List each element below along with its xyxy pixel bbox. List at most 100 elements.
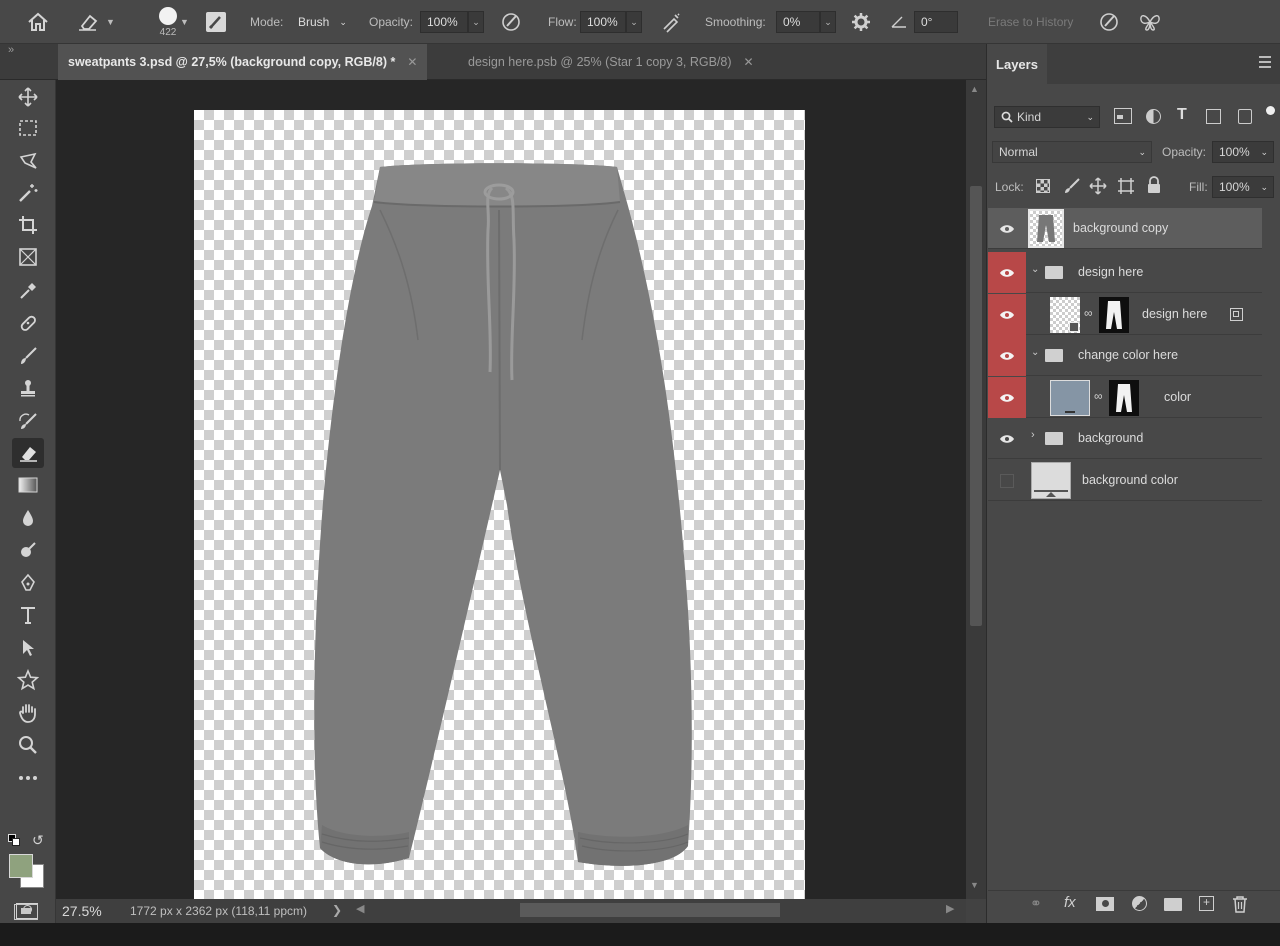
new-adjustment-layer-icon[interactable] [1132,896,1147,911]
layer-mask-thumbnail[interactable] [1109,380,1139,416]
airbrush-icon[interactable] [658,0,684,44]
smoothing-dropdown[interactable]: ⌄ [820,11,836,33]
opacity-input[interactable]: 100% [420,11,468,33]
layer-mask-thumbnail[interactable] [1099,297,1129,333]
brush-preset-caret[interactable]: ▼ [180,0,189,44]
filter-shape-icon[interactable] [1206,109,1221,124]
layer-style-fx-icon[interactable]: fx [1064,894,1076,911]
lock-position-move-icon[interactable] [1089,177,1107,200]
blend-mode-select[interactable]: Normal ⌄ [992,141,1152,163]
scroll-down-arrow-icon[interactable]: ▼ [970,880,979,890]
layer-row-background-copy[interactable]: background copy [988,208,1262,249]
eraser-tool-icon[interactable] [12,438,44,468]
layer-row-change-color-group[interactable]: ⌄ change color here [988,335,1262,376]
group-collapsed-chevron-icon[interactable]: › [1031,429,1035,441]
blur-tool-icon[interactable] [12,503,44,533]
type-tool-icon[interactable] [12,600,44,630]
smoothing-options-gear-icon[interactable] [850,0,872,44]
lock-artboard-icon[interactable] [1117,177,1135,200]
layer-row-design-here-group[interactable]: ⌄ design here [988,252,1262,293]
mode-select[interactable]: Brush ⌄ [292,11,356,33]
collapse-panel-icon[interactable]: » [8,44,14,56]
crop-tool-icon[interactable] [12,210,44,240]
layer-visibility-eye-icon[interactable] [988,252,1026,293]
home-icon[interactable] [24,0,52,44]
mask-link-chain-icon[interactable]: ∞ [1094,389,1103,403]
dodge-tool-icon[interactable] [12,535,44,565]
layer-filter-kind-select[interactable]: Kind ⌄ [994,106,1100,128]
filter-adjustment-icon[interactable] [1146,109,1161,124]
lock-image-pixels-brush-icon[interactable] [1063,177,1081,200]
eyedropper-tool-icon[interactable] [12,276,44,306]
horizontal-scroll-thumb[interactable] [520,903,780,917]
custom-shape-star-icon[interactable] [12,665,44,695]
link-layers-icon[interactable]: ⚭ [1030,895,1042,912]
erase-to-history-checkbox[interactable]: Erase to History [988,0,1073,44]
tab-close-icon[interactable]: ✕ [744,55,754,69]
smoothing-input[interactable]: 0% [776,11,820,33]
layer-visibility-eye-icon[interactable] [988,208,1026,249]
magic-wand-tool-icon[interactable] [12,178,44,208]
history-brush-tool-icon[interactable] [12,406,44,436]
pressure-opacity-icon[interactable] [498,0,524,44]
screen-mode-icon[interactable] [14,904,38,920]
layer-row-background-color[interactable]: background color [988,460,1262,501]
layers-tab[interactable]: Layers [987,44,1047,84]
add-mask-icon[interactable] [1096,897,1114,911]
layer-visibility-eye-icon[interactable] [988,335,1026,376]
tool-preset-picker[interactable]: ▼ [76,0,124,44]
brush-tool-icon[interactable] [12,341,44,371]
default-colors-icon[interactable] [8,834,20,846]
move-tool-icon[interactable] [12,82,44,112]
lasso-tool-icon[interactable] [12,146,44,176]
zoom-tool-icon[interactable] [12,730,44,760]
filter-toggle-icon[interactable] [1266,106,1275,115]
opacity-dropdown[interactable]: ⌄ [468,11,484,33]
filter-smart-object-icon[interactable] [1238,109,1252,124]
flow-dropdown[interactable]: ⌄ [626,11,642,33]
layer-row-background-group[interactable]: › background [988,418,1262,459]
layer-visibility-eye-icon[interactable] [988,377,1026,418]
flow-input[interactable]: 100% [580,11,626,33]
pressure-size-icon[interactable] [1096,0,1122,44]
layer-row-color[interactable]: ∞ color [988,377,1262,418]
filter-pixel-icon[interactable] [1114,108,1132,124]
scroll-right-arrow-icon[interactable]: ▶ [946,902,954,915]
scroll-left-arrow-icon[interactable]: ◀ [356,902,364,915]
healing-brush-tool-icon[interactable] [12,308,44,338]
panel-menu-icon[interactable] [1259,56,1271,68]
hand-tool-icon[interactable] [12,698,44,728]
tab-close-icon[interactable]: ✕ [407,55,417,69]
layer-row-design-here-smart[interactable]: ∞ design here [988,294,1262,335]
pen-tool-icon[interactable] [12,568,44,598]
layer-visibility-toggle-empty[interactable] [988,460,1026,501]
more-tools-icon[interactable] [12,763,44,793]
delete-layer-trash-icon[interactable] [1232,895,1248,918]
scroll-up-arrow-icon[interactable]: ▲ [970,84,979,94]
new-group-folder-icon[interactable] [1164,898,1182,911]
marquee-tool-icon[interactable] [12,113,44,143]
lock-transparent-pixels-icon[interactable] [1036,179,1050,193]
path-selection-tool-icon[interactable] [12,633,44,663]
swap-colors-icon[interactable]: ↺ [32,832,44,849]
filter-type-icon[interactable]: T [1177,106,1187,124]
layer-fill-input[interactable]: 100% ⌄ [1212,176,1274,198]
frame-tool-icon[interactable] [12,242,44,272]
vertical-scroll-thumb[interactable] [970,186,982,626]
status-expand-chevron-icon[interactable]: ❯ [332,903,342,917]
brush-settings-icon[interactable] [204,0,228,44]
tab-design-here[interactable]: design here.psb @ 25% (Star 1 copy 3, RG… [458,44,764,80]
foreground-color-swatch[interactable] [9,854,33,878]
gradient-tool-icon[interactable] [12,470,44,500]
group-expand-chevron-icon[interactable]: ⌄ [1031,347,1039,358]
lock-all-icon[interactable] [1146,176,1162,199]
mask-link-chain-icon[interactable]: ∞ [1084,306,1093,320]
layer-visibility-eye-icon[interactable] [988,294,1026,335]
vertical-scrollbar[interactable]: ▲ ▼ [966,80,986,899]
group-expand-chevron-icon[interactable]: ⌄ [1031,264,1039,275]
document-canvas[interactable] [194,110,805,899]
tab-sweatpants[interactable]: sweatpants 3.psd @ 27,5% (background cop… [58,44,428,80]
layer-opacity-input[interactable]: 100% ⌄ [1212,141,1274,163]
symmetry-butterfly-icon[interactable] [1136,0,1164,44]
layer-visibility-eye-icon[interactable] [988,418,1026,459]
